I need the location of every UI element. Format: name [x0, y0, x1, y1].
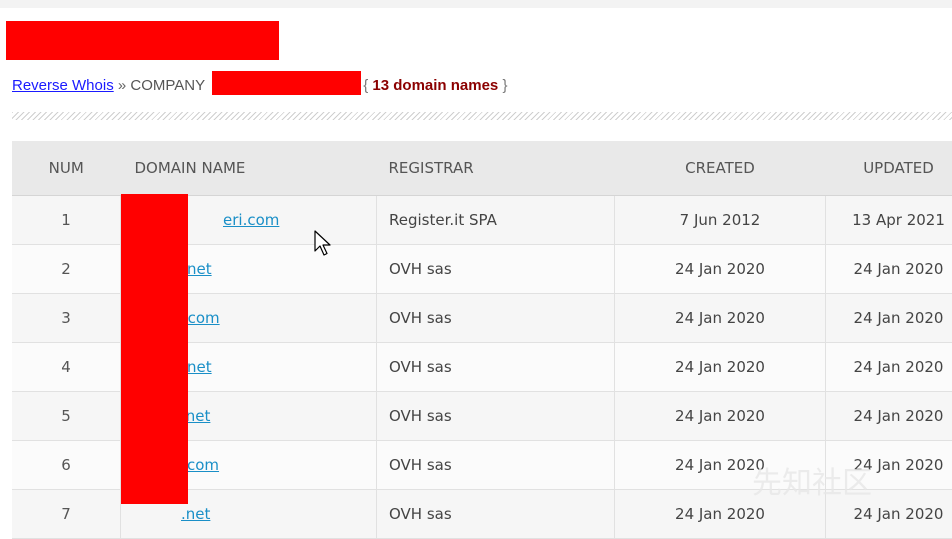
top-band — [0, 0, 952, 8]
domain-link[interactable]: com — [187, 456, 219, 474]
row-created: 7 Jun 2012 — [615, 196, 826, 245]
watermark-text: 先知社区 — [752, 458, 872, 502]
row-updated: 24 Jan 2020 — [826, 245, 952, 294]
redacted-company-name — [212, 71, 361, 95]
row-created: 24 Jan 2020 — [615, 343, 826, 392]
row-registrar: OVH sas — [377, 294, 615, 343]
row-num: 4 — [12, 343, 121, 392]
domain-link[interactable]: net — [187, 260, 212, 278]
reverse-whois-link[interactable]: Reverse Whois — [12, 77, 114, 94]
breadcrumb-separator: » — [118, 77, 126, 94]
row-num: 7 — [12, 490, 121, 539]
domain-link[interactable]: .net — [181, 505, 210, 523]
domain-count: 13 domain names — [372, 77, 498, 94]
row-created: 24 Jan 2020 — [615, 392, 826, 441]
row-updated: 24 Jan 2020 — [826, 392, 952, 441]
row-num: 6 — [12, 441, 121, 490]
mouse-pointer-icon — [314, 230, 332, 258]
row-updated: 13 Apr 2021 — [826, 196, 952, 245]
table-header-row: NUM DOMAIN NAME REGISTRAR CREATED UPDATE… — [12, 141, 952, 196]
close-brace: } — [502, 77, 507, 94]
row-registrar: OVH sas — [377, 392, 615, 441]
row-registrar: Register.it SPA — [377, 196, 615, 245]
row-num: 1 — [12, 196, 121, 245]
company-prefix: COMPANY — [130, 77, 204, 94]
row-created: 24 Jan 2020 — [615, 245, 826, 294]
domain-link[interactable]: net — [187, 358, 212, 376]
hatched-divider — [12, 112, 952, 120]
domain-link[interactable]: eri.com — [223, 211, 279, 229]
header-created: CREATED — [615, 141, 826, 196]
redacted-domain-names — [121, 194, 188, 504]
row-registrar: OVH sas — [377, 245, 615, 294]
row-num: 3 — [12, 294, 121, 343]
header-registrar: REGISTRAR — [377, 141, 615, 196]
row-updated: 24 Jan 2020 — [826, 294, 952, 343]
row-registrar: OVH sas — [377, 441, 615, 490]
open-brace: { — [363, 77, 368, 94]
redacted-title — [6, 21, 279, 60]
header-updated: UPDATED — [826, 141, 952, 196]
row-created: 24 Jan 2020 — [615, 294, 826, 343]
row-updated: 24 Jan 2020 — [826, 343, 952, 392]
row-registrar: OVH sas — [377, 490, 615, 539]
header-domain-name: DOMAIN NAME — [121, 141, 377, 196]
row-num: 2 — [12, 245, 121, 294]
row-registrar: OVH sas — [377, 343, 615, 392]
header-num: NUM — [12, 141, 121, 196]
row-num: 5 — [12, 392, 121, 441]
